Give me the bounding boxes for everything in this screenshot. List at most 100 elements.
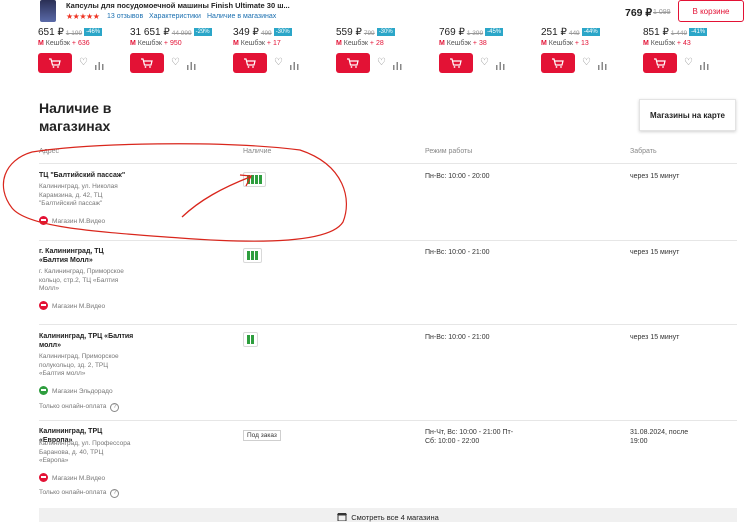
cashback-line: M Кешбэк + 17 [233, 40, 281, 47]
compare-icon[interactable] [700, 57, 709, 75]
cashback-value: + 13 [574, 40, 589, 47]
sticky-product-bar: Капсулы для посудомоечной машины Finish … [0, 0, 750, 26]
product-price: 349 ₽499 -30% [233, 27, 292, 38]
arrow-annotation [181, 176, 251, 218]
product-price: 31 651 ₽44 999 -29% [130, 27, 212, 38]
store-address: Калининград, ул. Николая Карамзина, д. 4… [39, 183, 118, 207]
compare-icon[interactable] [187, 57, 196, 75]
mvideo-logo-icon [39, 301, 48, 310]
column-header-availability: Наличие [243, 148, 272, 155]
add-to-cart-button[interactable] [643, 53, 677, 73]
favorite-heart-icon[interactable]: ♡ [171, 57, 180, 68]
shop-name: Магазин Эльдорадо [52, 388, 113, 395]
view-all-stores-button[interactable]: Смотреть все 4 магазина [39, 508, 737, 522]
add-to-cart-button[interactable] [130, 53, 164, 73]
product-card[interactable]: 251 ₽449 -44% M Кешбэк + 13 ♡ [541, 27, 641, 73]
cashback-icon: M [38, 40, 44, 47]
pickup-time: через 15 минут [630, 249, 680, 256]
add-to-cart-button[interactable] [541, 53, 575, 73]
store-name: г. Калининград, ТЦ «Балтия Молл» [39, 248, 104, 264]
compare-icon[interactable] [393, 57, 402, 75]
reviews-link[interactable]: 13 отзывов [107, 13, 143, 20]
add-to-cart-button[interactable] [336, 53, 370, 73]
availability-indicator [243, 332, 258, 347]
cashback-icon: M [439, 40, 445, 47]
cashback-label: Кешбэк [650, 40, 675, 47]
cashback-icon: M [130, 40, 136, 47]
product-price: 559 ₽799 -30% [336, 27, 395, 38]
compare-icon[interactable] [290, 57, 299, 75]
column-header-hours: Режим работы [425, 148, 473, 155]
cashback-icon: M [541, 40, 547, 47]
add-to-cart-button[interactable] [38, 53, 72, 73]
current-price: 769 ₽ [625, 7, 653, 19]
cashback-value: + 636 [71, 40, 90, 47]
discount-badge: -46% [84, 28, 103, 36]
rating-stars: ★★★★★ [66, 12, 100, 21]
cart-icon [49, 58, 61, 68]
availability-indicator [243, 248, 262, 263]
old-price: 1 099 [653, 9, 671, 16]
store-hours: Пн-Вс: 10:00 - 21:00 [425, 249, 490, 256]
cashback-value: + 17 [266, 40, 281, 47]
product-price: 251 ₽449 -44% [541, 27, 600, 38]
product-price: 851 ₽1 449 -41% [643, 27, 708, 38]
product-old-price: 799 [363, 30, 375, 37]
discount-badge: -41% [689, 28, 708, 36]
compare-icon[interactable] [496, 57, 505, 75]
favorite-heart-icon[interactable]: ♡ [480, 57, 489, 68]
favorite-heart-icon[interactable]: ♡ [684, 57, 693, 68]
store-address: Калининград, Приморское полукольцо, зд. … [39, 353, 119, 377]
product-card[interactable]: 769 ₽1 399 -45% M Кешбэк + 38 ♡ [439, 27, 539, 73]
store-hours: Пн-Вс: 10:00 - 20:00 [425, 173, 490, 180]
store-shop-label: Магазин М.Видео [39, 301, 105, 310]
favorite-heart-icon[interactable]: ♡ [274, 57, 283, 68]
row-divider [39, 420, 737, 421]
column-header-address: Адрес [39, 148, 60, 155]
store-hours: Пн-Чт, Вс: 10:00 - 21:00 Пт-Сб: 10:00 - … [425, 429, 514, 445]
product-old-price: 44 999 [171, 30, 192, 37]
product-old-price: 499 [260, 30, 272, 37]
pickup-time: 31.08.2024, после 19:00 [630, 429, 689, 445]
store-shop-label: Магазин Эльдорадо [39, 386, 113, 395]
product-card[interactable]: 31 651 ₽44 999 -29% M Кешбэк + 950 ♡ [130, 27, 230, 73]
product-card[interactable]: 349 ₽499 -30% M Кешбэк + 17 ♡ [233, 27, 333, 73]
cart-icon [347, 58, 359, 68]
product-card[interactable]: 651 ₽1 199 -46% M Кешбэк + 636 ♡ [38, 27, 138, 73]
column-header-pickup: Забрать [630, 148, 657, 155]
cashback-icon: M [233, 40, 239, 47]
help-icon[interactable]: ? [110, 489, 120, 498]
store-address: Калининград, ул. Профессора Баранова, д.… [39, 440, 131, 464]
cashback-line: M Кешбэк + 950 [130, 40, 182, 47]
on-order-tag: Под заказ [243, 430, 281, 441]
product-card[interactable]: 559 ₽799 -30% M Кешбэк + 28 ♡ [336, 27, 436, 73]
add-to-cart-button[interactable] [233, 53, 267, 73]
cashback-line: M Кешбэк + 38 [439, 40, 487, 47]
cashback-line: M Кешбэк + 13 [541, 40, 589, 47]
favorite-heart-icon[interactable]: ♡ [79, 57, 88, 68]
view-all-stores-label: Смотреть все 4 магазина [351, 512, 439, 522]
product-old-price: 1 449 [670, 30, 688, 37]
add-to-cart-button[interactable] [439, 53, 473, 73]
help-icon[interactable]: ? [110, 403, 120, 412]
compare-icon[interactable] [598, 57, 607, 75]
favorite-heart-icon[interactable]: ♡ [582, 57, 591, 68]
in-cart-button[interactable]: В корзине [678, 0, 744, 22]
tab-characteristics[interactable]: Характеристики [149, 13, 201, 20]
product-price-value: 251 ₽ [541, 27, 567, 38]
store-name: Калининград, ТРЦ «Балтия молл» [39, 333, 134, 349]
mvideo-logo-icon [39, 473, 48, 482]
product-price-value: 349 ₽ [233, 27, 259, 38]
shop-name: Магазин М.Видео [52, 218, 106, 225]
product-card[interactable]: 851 ₽1 449 -41% M Кешбэк + 43 ♡ [643, 27, 743, 73]
store-address: г. Калининград, Приморское кольцо, стр.2… [39, 268, 124, 292]
cashback-label: Кешбэк [548, 40, 573, 47]
store-shop-label: Магазин М.Видео [39, 216, 105, 225]
favorite-heart-icon[interactable]: ♡ [377, 57, 386, 68]
compare-icon[interactable] [95, 57, 104, 75]
product-price: 651 ₽1 199 -46% [38, 27, 103, 38]
tab-store-availability[interactable]: Наличие в магазинах [207, 13, 276, 20]
stores-map-button[interactable]: Магазины на карте [639, 99, 736, 131]
cashback-label: Кешбэк [240, 40, 265, 47]
product-thumbnail[interactable] [40, 0, 56, 22]
